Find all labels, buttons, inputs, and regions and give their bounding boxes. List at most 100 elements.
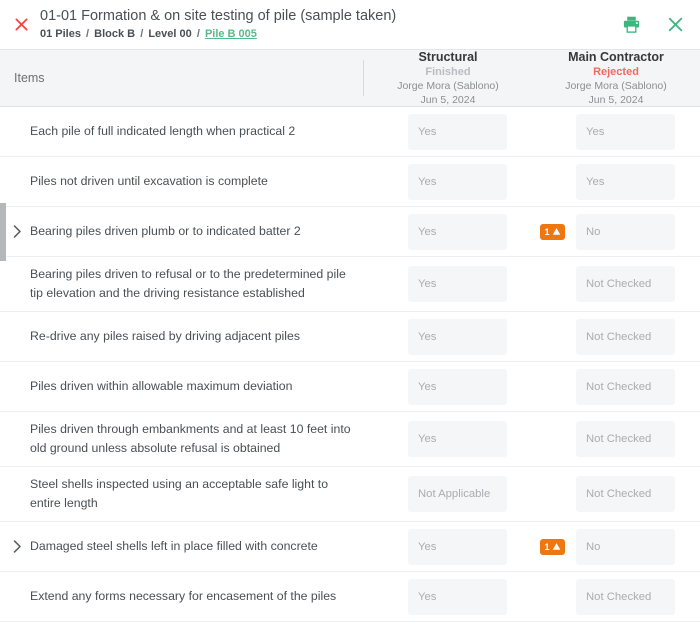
value-box-main-contractor[interactable]: Not Checked [576, 266, 675, 302]
column-user: Jorge Mora (Sablono) [368, 79, 528, 93]
column-user: Jorge Mora (Sablono) [536, 79, 696, 93]
table-row[interactable]: Bearing piles driven to refusal or to th… [0, 257, 700, 312]
value-box-structural[interactable]: Yes [408, 164, 507, 200]
column-date: Jun 5, 2024 [536, 93, 696, 107]
status-badge: Rejected [536, 65, 696, 79]
table-row[interactable]: Piles not driven until excavation is com… [0, 157, 700, 207]
title-block: 01-01 Formation & on site testing of pil… [40, 7, 606, 42]
badge-count: 1 [544, 227, 549, 237]
column-header-main-contractor: Main Contractor Rejected Jorge Mora (Sab… [532, 50, 700, 107]
value-box-main-contractor[interactable]: Not Checked [576, 579, 675, 615]
table-row[interactable]: Piles driven through embankments and at … [0, 412, 700, 467]
column-date: Jun 5, 2024 [368, 93, 528, 107]
value-box-structural[interactable]: Yes [408, 529, 507, 565]
value-box-main-contractor[interactable]: No [576, 529, 675, 565]
item-label: Re-drive any piles raised by driving adj… [28, 327, 300, 346]
breadcrumb-separator: / [86, 28, 89, 40]
close-button[interactable] [664, 14, 686, 36]
cell-main-contractor: Yes [532, 164, 700, 200]
column-title: Structural [368, 50, 528, 65]
scrollbar-thumb[interactable] [0, 203, 6, 261]
item-label: Steel shells inspected using an acceptab… [28, 475, 351, 513]
close-icon-left[interactable] [10, 14, 32, 36]
status-badge: Finished [368, 65, 528, 79]
column-header-structural: Structural Finished Jorge Mora (Sablono)… [364, 50, 532, 107]
table-body: Each pile of full indicated length when … [0, 107, 700, 622]
print-button[interactable] [620, 14, 642, 36]
value-box-structural[interactable]: Yes [408, 579, 507, 615]
item-label: Bearing piles driven plumb or to indicat… [28, 222, 301, 241]
cell-item: Extend any forms necessary for encasemen… [0, 579, 363, 614]
issue-count-badge[interactable]: 1 [540, 539, 565, 555]
cell-structural: Yes [363, 369, 532, 405]
dialog-header: 01-01 Formation & on site testing of pil… [0, 0, 700, 50]
table-row[interactable]: Piles driven within allowable maximum de… [0, 362, 700, 412]
column-title: Main Contractor [536, 50, 696, 65]
value-box-main-contractor[interactable]: Not Checked [576, 421, 675, 457]
column-header-items: Items [0, 71, 363, 85]
expand-row-chevron-right-icon[interactable] [6, 225, 28, 238]
value-box-structural[interactable]: Yes [408, 266, 507, 302]
table-row[interactable]: Each pile of full indicated length when … [0, 107, 700, 157]
value-box-structural[interactable]: Not Applicable [408, 476, 507, 512]
table-row[interactable]: Re-drive any piles raised by driving adj… [0, 312, 700, 362]
cell-structural: Yes [363, 421, 532, 457]
cell-main-contractor: Not Checked [532, 369, 700, 405]
cell-main-contractor: 1 No [532, 214, 700, 250]
item-label: Bearing piles driven to refusal or to th… [28, 265, 351, 303]
value-box-structural[interactable]: Yes [408, 421, 507, 457]
cell-structural: Yes [363, 319, 532, 355]
cell-main-contractor: 1 No [532, 529, 700, 565]
value-box-main-contractor[interactable]: Not Checked [576, 369, 675, 405]
cell-item: Piles driven through embankments and at … [0, 412, 363, 466]
item-label: Extend any forms necessary for encasemen… [28, 587, 336, 606]
cell-main-contractor: Not Checked [532, 579, 700, 615]
breadcrumb-part-3: Level 00 [148, 28, 191, 40]
vertical-scrollbar[interactable] [0, 50, 6, 625]
cell-item: Damaged steel shells left in place fille… [0, 529, 363, 564]
value-box-main-contractor[interactable]: No [576, 214, 675, 250]
cell-structural: Yes [363, 266, 532, 302]
breadcrumb-separator: / [140, 28, 143, 40]
breadcrumb-part-2: Block B [94, 28, 135, 40]
value-box-structural[interactable]: Yes [408, 369, 507, 405]
table-row[interactable]: Damaged steel shells left in place fille… [0, 522, 700, 572]
value-box-main-contractor[interactable]: Not Checked [576, 319, 675, 355]
cell-structural: Yes [363, 114, 532, 150]
cell-structural: Yes [363, 529, 532, 565]
item-label: Each pile of full indicated length when … [28, 122, 295, 141]
cell-main-contractor: Not Checked [532, 266, 700, 302]
item-label: Piles driven through embankments and at … [28, 420, 351, 458]
table-row[interactable]: Bearing piles driven plumb or to indicat… [0, 207, 700, 257]
value-box-main-contractor[interactable]: Yes [576, 114, 675, 150]
value-box-structural[interactable]: Yes [408, 114, 507, 150]
cell-structural: Yes [363, 214, 532, 250]
cell-main-contractor: Not Checked [532, 421, 700, 457]
table-header-row: Items Structural Finished Jorge Mora (Sa… [0, 50, 700, 107]
breadcrumb-part-1: 01 Piles [40, 28, 81, 40]
item-label: Piles not driven until excavation is com… [28, 172, 268, 191]
issue-count-badge[interactable]: 1 [540, 224, 565, 240]
value-box-structural[interactable]: Yes [408, 214, 507, 250]
cell-item: Re-drive any piles raised by driving adj… [0, 319, 363, 354]
cell-main-contractor: Not Checked [532, 476, 700, 512]
value-box-main-contractor[interactable]: Not Checked [576, 476, 675, 512]
expand-row-chevron-right-icon[interactable] [6, 540, 28, 553]
value-box-main-contractor[interactable]: Yes [576, 164, 675, 200]
checklist-table: Items Structural Finished Jorge Mora (Sa… [0, 50, 700, 625]
breadcrumb-link-pile[interactable]: Pile B 005 [205, 28, 257, 40]
badge-count: 1 [544, 542, 549, 552]
table-row[interactable]: Steel shells inspected using an acceptab… [0, 467, 700, 522]
header-actions [620, 14, 686, 36]
cell-item: Bearing piles driven to refusal or to th… [0, 257, 363, 311]
printer-icon [622, 15, 641, 34]
value-box-structural[interactable]: Yes [408, 319, 507, 355]
cell-structural: Yes [363, 164, 532, 200]
cell-item: Piles driven within allowable maximum de… [0, 369, 363, 404]
cell-main-contractor: Not Checked [532, 319, 700, 355]
cell-item: Piles not driven until excavation is com… [0, 164, 363, 199]
warning-triangle-icon [552, 542, 561, 551]
warning-triangle-icon [552, 227, 561, 236]
table-row[interactable]: Extend any forms necessary for encasemen… [0, 572, 700, 622]
item-label: Damaged steel shells left in place fille… [28, 537, 318, 556]
